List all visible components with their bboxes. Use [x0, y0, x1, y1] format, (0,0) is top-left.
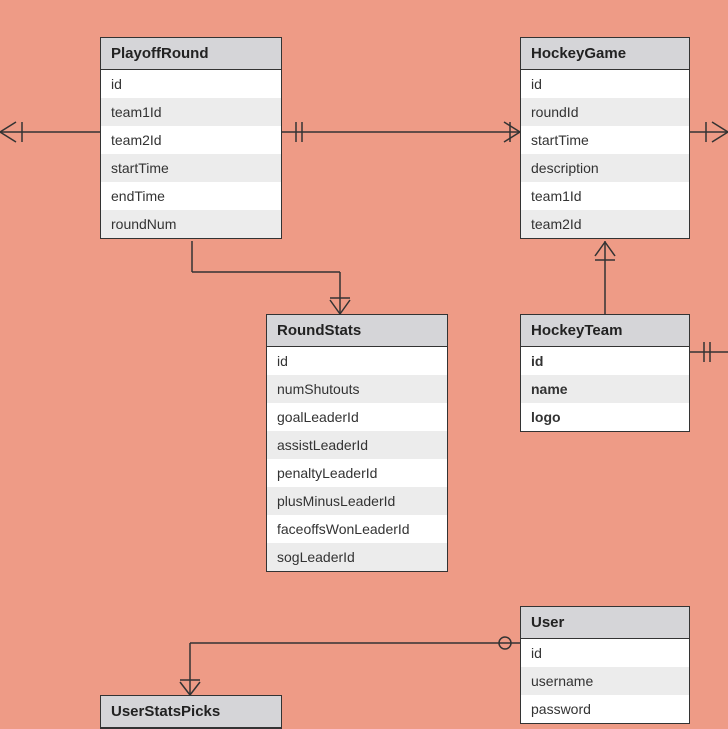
field: sogLeaderId: [267, 543, 447, 571]
field: team2Id: [521, 210, 689, 238]
field: roundNum: [101, 210, 281, 238]
entity-playoffround: PlayoffRound id team1Id team2Id startTim…: [100, 37, 282, 239]
field: password: [521, 695, 689, 723]
field: goalLeaderId: [267, 403, 447, 431]
field: faceoffsWonLeaderId: [267, 515, 447, 543]
field: team1Id: [101, 98, 281, 126]
entity-title: PlayoffRound: [101, 38, 281, 70]
entity-title: UserStatsPicks: [101, 696, 281, 728]
field: team2Id: [101, 126, 281, 154]
field: username: [521, 667, 689, 695]
entity-title: HockeyTeam: [521, 315, 689, 347]
field: id: [521, 347, 689, 375]
entity-hockeyteam: HockeyTeam id name logo: [520, 314, 690, 432]
entity-title: User: [521, 607, 689, 639]
field: startTime: [101, 154, 281, 182]
field: id: [521, 639, 689, 667]
field: logo: [521, 403, 689, 431]
field: team1Id: [521, 182, 689, 210]
entity-title: RoundStats: [267, 315, 447, 347]
field: numShutouts: [267, 375, 447, 403]
entity-userstatspicks: UserStatsPicks: [100, 695, 282, 729]
field: plusMinusLeaderId: [267, 487, 447, 515]
field: roundId: [521, 98, 689, 126]
field: id: [101, 70, 281, 98]
entity-user: User id username password: [520, 606, 690, 724]
field: description: [521, 154, 689, 182]
field: id: [267, 347, 447, 375]
field: endTime: [101, 182, 281, 210]
field: name: [521, 375, 689, 403]
entity-hockeygame: HockeyGame id roundId startTime descript…: [520, 37, 690, 239]
entity-roundstats: RoundStats id numShutouts goalLeaderId a…: [266, 314, 448, 572]
field: startTime: [521, 126, 689, 154]
entity-title: HockeyGame: [521, 38, 689, 70]
field: assistLeaderId: [267, 431, 447, 459]
field: id: [521, 70, 689, 98]
field: penaltyLeaderId: [267, 459, 447, 487]
